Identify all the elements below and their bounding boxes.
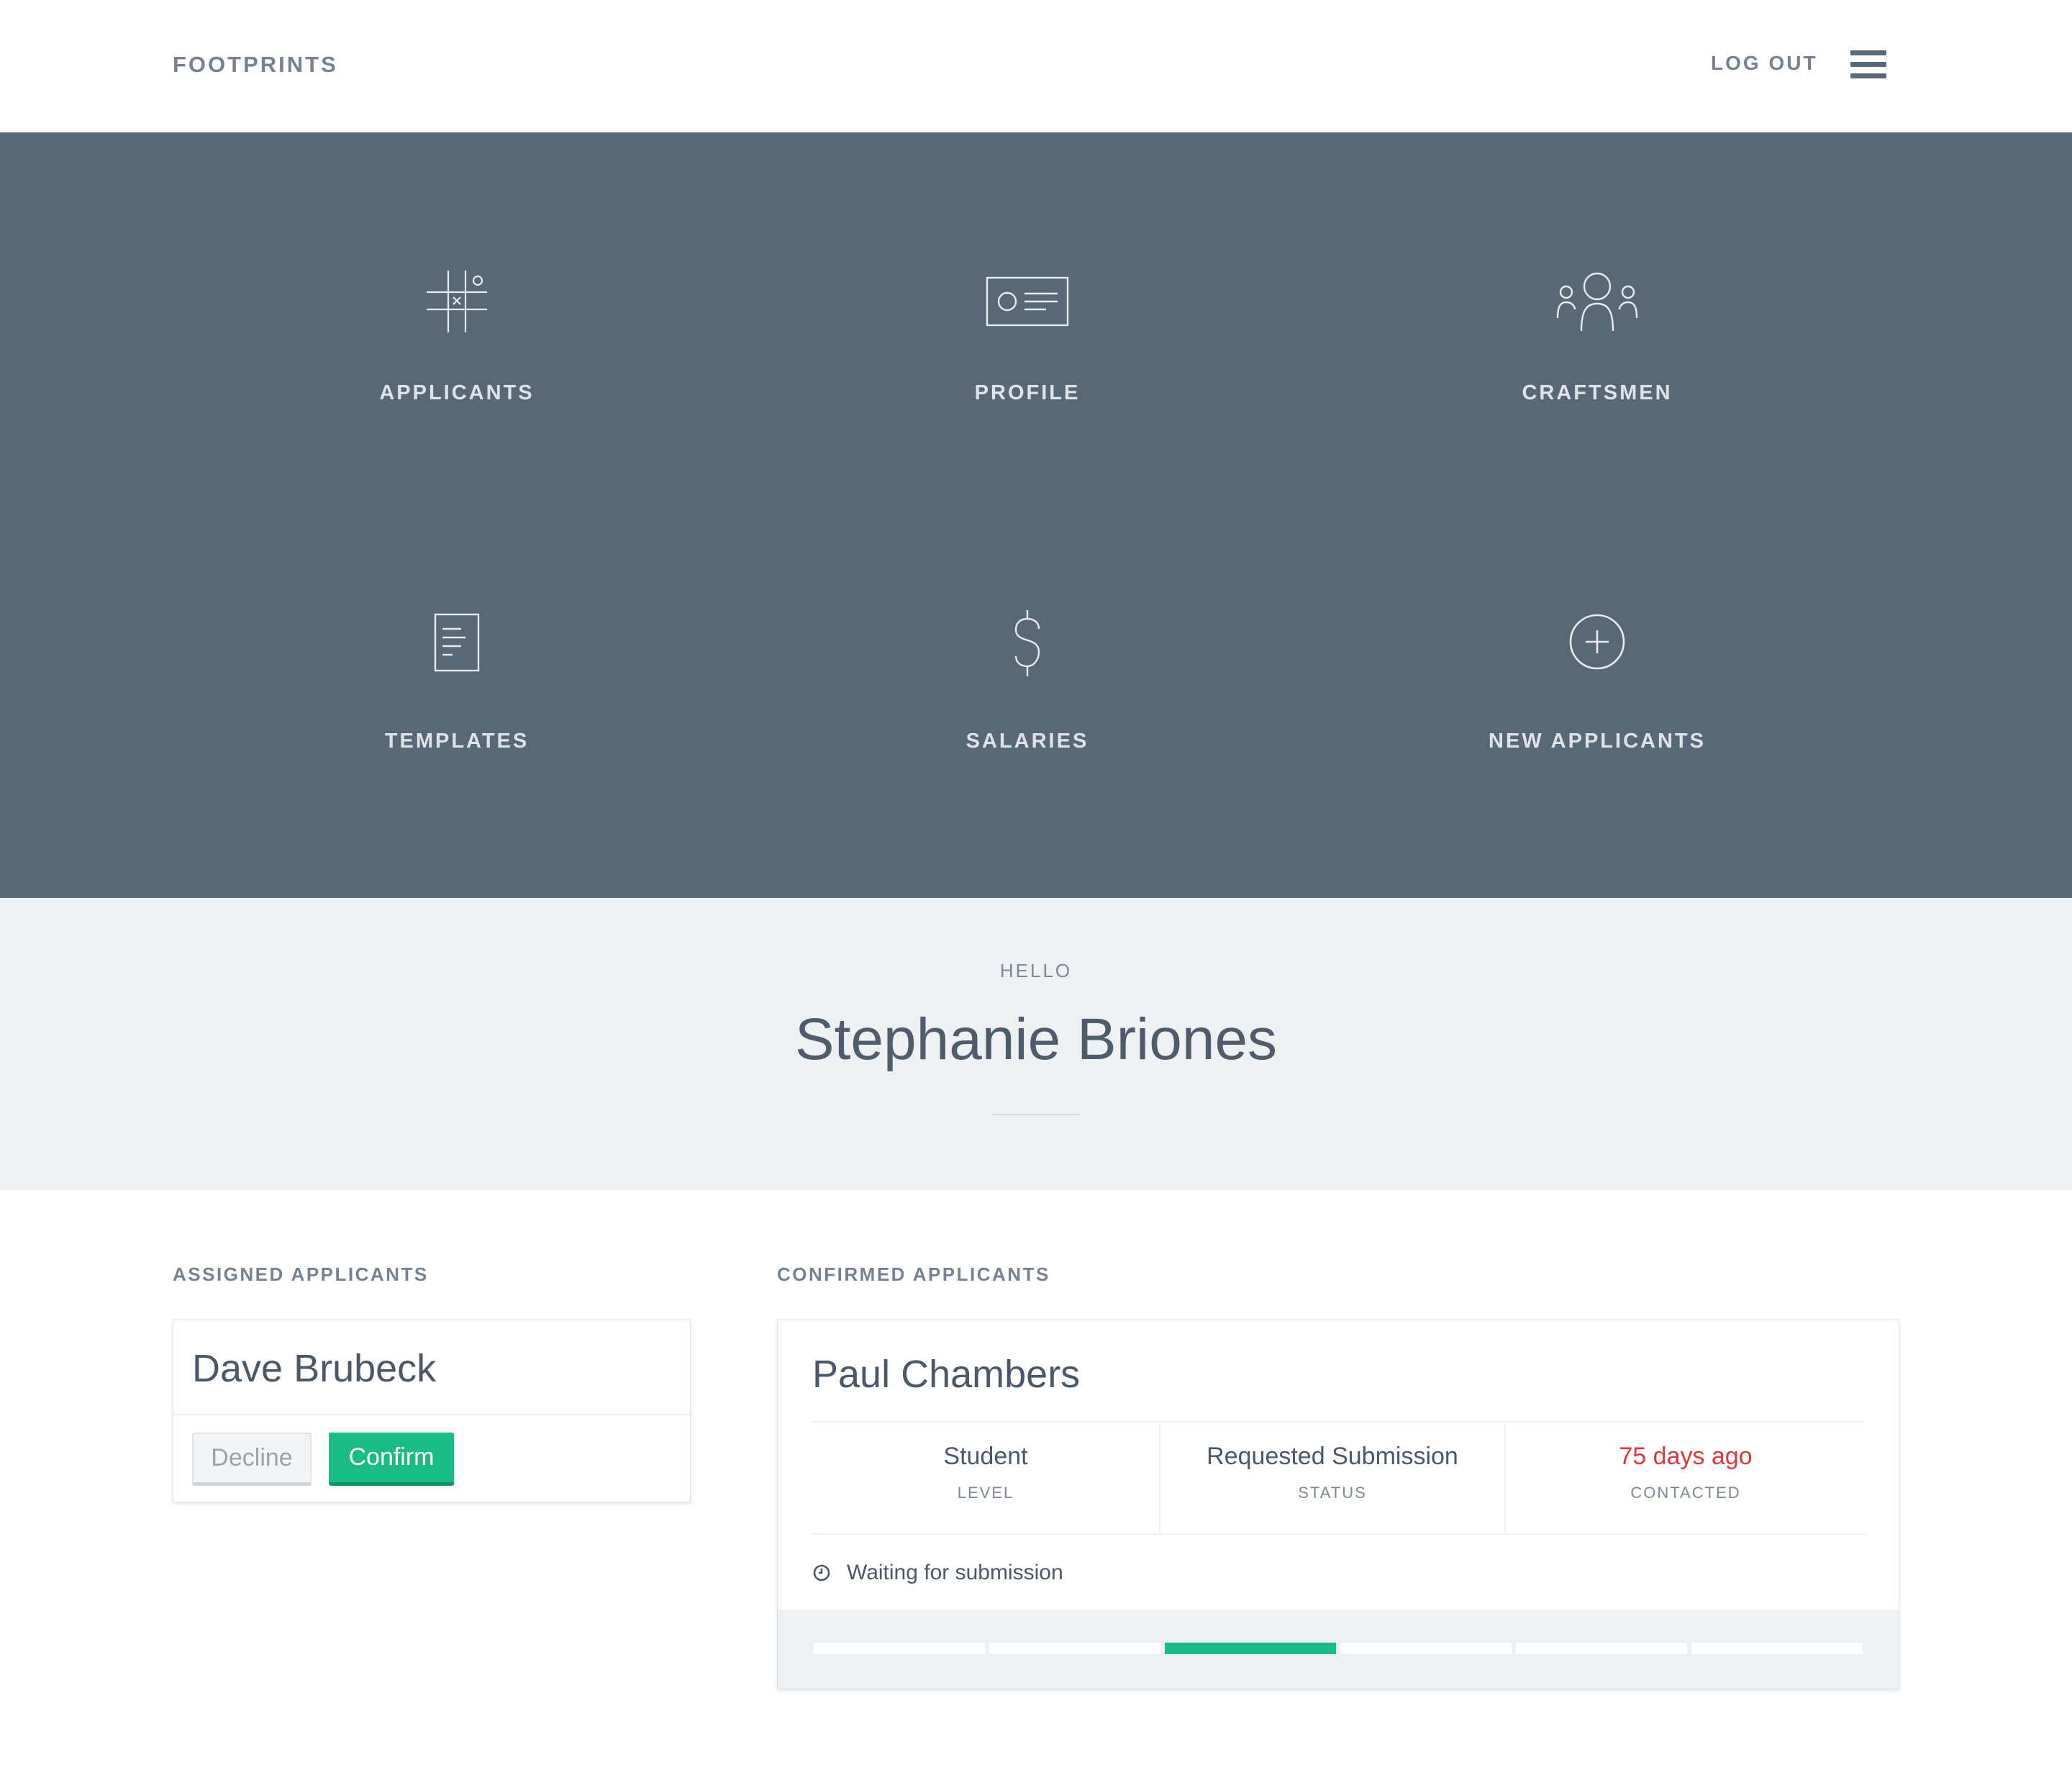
waiting-text: Waiting for submission bbox=[847, 1561, 1063, 1584]
greeting-banner: HELLO Stephanie Briones bbox=[0, 898, 2072, 1190]
plus-circle-icon bbox=[1396, 610, 1799, 696]
stat-contacted-value: 75 days ago bbox=[1619, 1443, 1753, 1470]
stat-level-caption: LEVEL bbox=[957, 1484, 1014, 1502]
main-nav-grid: APPLICANTS PROFILE CRAFTSMEN TEMPLATES S… bbox=[0, 132, 2072, 898]
document-icon bbox=[255, 610, 658, 696]
stat-contacted-caption: CONTACTED bbox=[1630, 1484, 1741, 1502]
user-name: Stephanie Briones bbox=[794, 1007, 1278, 1072]
assigned-applicant-card: Dave Brubeck Decline Confirm bbox=[173, 1320, 691, 1502]
nav-label-salaries: SALARIES bbox=[965, 730, 1089, 753]
confirmed-applicant-card: Paul Chambers Student LEVEL Requested Su… bbox=[777, 1320, 1899, 1689]
dollar-icon bbox=[826, 610, 1229, 696]
greeting-hello: HELLO bbox=[999, 960, 1073, 981]
people-group-icon bbox=[1396, 262, 1799, 348]
card-divider bbox=[812, 1421, 1866, 1422]
nav-tile-templates[interactable]: TEMPLATES bbox=[255, 610, 658, 768]
nav-label-applicants: APPLICANTS bbox=[379, 381, 535, 404]
progress-tracker bbox=[778, 1610, 1899, 1689]
nav-tile-craftsmen[interactable]: CRAFTSMEN bbox=[1396, 262, 1799, 420]
decline-button[interactable]: Decline bbox=[192, 1433, 312, 1486]
stat-level-value: Student bbox=[943, 1443, 1028, 1470]
progress-segment bbox=[1516, 1643, 1687, 1654]
progress-segment bbox=[814, 1643, 985, 1654]
stat-status-value: Requested Submission bbox=[1207, 1443, 1458, 1470]
card-divider bbox=[173, 1414, 690, 1415]
nav-label-profile: PROFILE bbox=[974, 381, 1081, 404]
progress-segment bbox=[1691, 1643, 1863, 1654]
progress-segment bbox=[989, 1643, 1160, 1654]
nav-label-new-applicants: NEW APPLICANTS bbox=[1489, 730, 1706, 753]
stat-level: Student LEVEL bbox=[812, 1443, 1159, 1502]
card-divider bbox=[812, 1533, 1866, 1535]
assigned-applicant-name[interactable]: Dave Brubeck bbox=[192, 1346, 436, 1391]
nav-label-craftsmen: CRAFTSMEN bbox=[1522, 381, 1673, 404]
progress-segment bbox=[1340, 1643, 1512, 1654]
greeting-divider bbox=[993, 1114, 1079, 1115]
id-card-icon bbox=[826, 262, 1229, 348]
clock-icon bbox=[812, 1564, 831, 1582]
logo[interactable]: FOOTPRINTS bbox=[173, 52, 338, 78]
nav-tile-profile[interactable]: PROFILE bbox=[826, 262, 1229, 420]
assigned-applicants-title: ASSIGNED APPLICANTS bbox=[173, 1263, 429, 1285]
confirmed-applicants-title: CONFIRMED APPLICANTS bbox=[777, 1263, 1050, 1285]
waiting-status: Waiting for submission bbox=[812, 1561, 1063, 1585]
nav-label-templates: TEMPLATES bbox=[384, 730, 530, 753]
tic-tac-toe-icon bbox=[255, 262, 658, 348]
confirmed-applicant-name[interactable]: Paul Chambers bbox=[812, 1352, 1080, 1397]
top-header: FOOTPRINTS LOG OUT bbox=[0, 0, 2072, 132]
progress-segment bbox=[1165, 1643, 1336, 1654]
nav-tile-applicants[interactable]: APPLICANTS bbox=[255, 262, 658, 420]
stat-status: Requested Submission STATUS bbox=[1160, 1443, 1504, 1502]
stat-contacted: 75 days ago CONTACTED bbox=[1506, 1443, 1866, 1502]
logout-link[interactable]: LOG OUT bbox=[1711, 52, 1818, 75]
confirm-button[interactable]: Confirm bbox=[329, 1433, 454, 1486]
nav-tile-new-applicants[interactable]: NEW APPLICANTS bbox=[1396, 610, 1799, 768]
hamburger-icon[interactable] bbox=[1850, 50, 1886, 79]
nav-tile-salaries[interactable]: SALARIES bbox=[826, 610, 1229, 768]
stat-status-caption: STATUS bbox=[1298, 1484, 1367, 1502]
